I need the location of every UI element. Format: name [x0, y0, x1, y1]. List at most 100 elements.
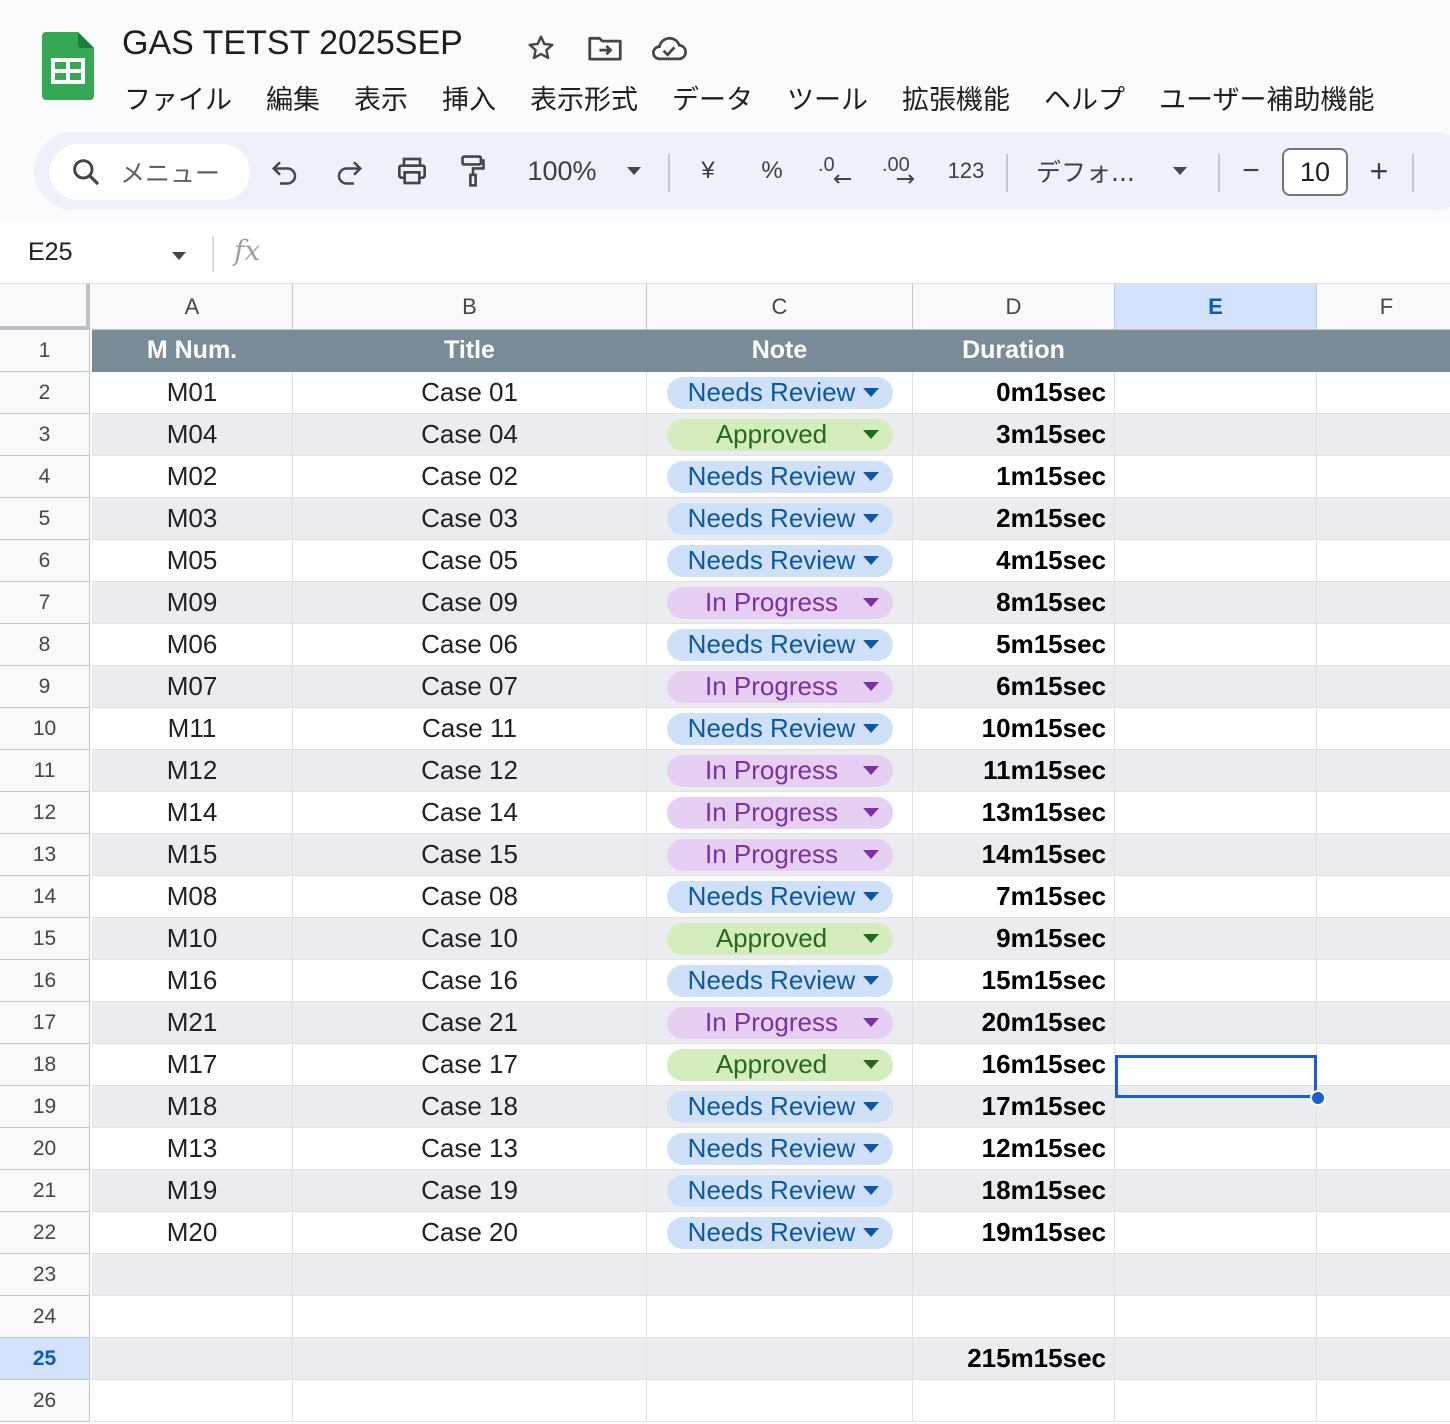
status-dropdown-chip[interactable]: Needs Review: [666, 712, 893, 745]
row-header-8[interactable]: 8: [0, 624, 90, 666]
font-size-input[interactable]: 10: [1282, 148, 1348, 196]
cell-d15[interactable]: 9m15sec: [913, 918, 1115, 960]
row-header-18[interactable]: 18: [0, 1044, 90, 1086]
selected-cell-outline[interactable]: [1115, 1055, 1317, 1098]
menu-search-box[interactable]: メニュー: [50, 144, 250, 200]
header-cell-f[interactable]: [1317, 330, 1450, 372]
redo-button[interactable]: [332, 150, 366, 192]
row-header-21[interactable]: 21: [0, 1170, 90, 1212]
cell-f17[interactable]: [1317, 1002, 1450, 1044]
row-header-23[interactable]: 23: [0, 1254, 90, 1296]
fill-handle[interactable]: [1310, 1090, 1326, 1106]
cell-f6[interactable]: [1317, 540, 1450, 582]
cell-f15[interactable]: [1317, 918, 1450, 960]
menu-tools[interactable]: ツール: [787, 78, 868, 117]
cell-a15[interactable]: M10: [92, 918, 293, 960]
cell-a16[interactable]: M16: [92, 960, 293, 1002]
cell-b24[interactable]: [293, 1296, 647, 1338]
cell-d19[interactable]: 17m15sec: [913, 1086, 1115, 1128]
cell-c21[interactable]: Needs Review: [647, 1170, 913, 1212]
cell-d14[interactable]: 7m15sec: [913, 876, 1115, 918]
cell-f14[interactable]: [1317, 876, 1450, 918]
currency-format-button[interactable]: ¥: [696, 150, 720, 192]
status-dropdown-chip[interactable]: Needs Review: [666, 502, 893, 535]
cell-f10[interactable]: [1317, 708, 1450, 750]
cell-e21[interactable]: [1115, 1170, 1317, 1212]
cell-f11[interactable]: [1317, 750, 1450, 792]
cell-a3[interactable]: M04: [92, 414, 293, 456]
row-header-1[interactable]: 1: [0, 330, 90, 372]
row-header-12[interactable]: 12: [0, 792, 90, 834]
row-header-3[interactable]: 3: [0, 414, 90, 456]
cell-f22[interactable]: [1317, 1212, 1450, 1254]
cell-d2[interactable]: 0m15sec: [913, 372, 1115, 414]
cell-b20[interactable]: Case 13: [293, 1128, 647, 1170]
cell-c18[interactable]: Approved: [647, 1044, 913, 1086]
row-header-24[interactable]: 24: [0, 1296, 90, 1338]
cell-e8[interactable]: [1115, 624, 1317, 666]
row-header-13[interactable]: 13: [0, 834, 90, 876]
status-dropdown-chip[interactable]: Approved: [666, 418, 893, 451]
status-dropdown-chip[interactable]: In Progress: [666, 838, 893, 871]
cell-f19[interactable]: [1317, 1086, 1450, 1128]
decrease-font-size-button[interactable]: −: [1238, 150, 1264, 192]
status-dropdown-chip[interactable]: In Progress: [666, 796, 893, 829]
menu-file[interactable]: ファイル: [124, 78, 232, 117]
cell-b22[interactable]: Case 20: [293, 1212, 647, 1254]
row-header-15[interactable]: 15: [0, 918, 90, 960]
cell-a10[interactable]: M11: [92, 708, 293, 750]
select-all-corner[interactable]: [0, 284, 90, 330]
zoom-select[interactable]: 100%: [524, 150, 600, 192]
cell-a12[interactable]: M14: [92, 792, 293, 834]
cell-e13[interactable]: [1115, 834, 1317, 876]
sheets-logo-icon[interactable]: [42, 32, 94, 100]
cell-e17[interactable]: [1115, 1002, 1317, 1044]
cell-d25[interactable]: 215m15sec: [913, 1338, 1115, 1380]
cell-a24[interactable]: [92, 1296, 293, 1338]
font-family-select[interactable]: デフォ...: [1036, 150, 1146, 192]
cell-c3[interactable]: Approved: [647, 414, 913, 456]
status-dropdown-chip[interactable]: In Progress: [666, 586, 893, 619]
cell-e9[interactable]: [1115, 666, 1317, 708]
cell-d26[interactable]: [913, 1380, 1115, 1422]
cell-f4[interactable]: [1317, 456, 1450, 498]
cell-d22[interactable]: 19m15sec: [913, 1212, 1115, 1254]
cell-c12[interactable]: In Progress: [647, 792, 913, 834]
row-header-22[interactable]: 22: [0, 1212, 90, 1254]
cell-a25[interactable]: [92, 1338, 293, 1380]
status-dropdown-chip[interactable]: Needs Review: [666, 1132, 893, 1165]
column-header-a[interactable]: A: [92, 284, 293, 330]
cell-c16[interactable]: Needs Review: [647, 960, 913, 1002]
cell-f2[interactable]: [1317, 372, 1450, 414]
menu-help[interactable]: ヘルプ: [1044, 78, 1125, 117]
cell-c5[interactable]: Needs Review: [647, 498, 913, 540]
cell-e23[interactable]: [1115, 1254, 1317, 1296]
cell-b3[interactable]: Case 04: [293, 414, 647, 456]
status-dropdown-chip[interactable]: Needs Review: [666, 964, 893, 997]
cell-f3[interactable]: [1317, 414, 1450, 456]
percent-format-button[interactable]: %: [758, 150, 786, 192]
cell-f23[interactable]: [1317, 1254, 1450, 1296]
cell-c2[interactable]: Needs Review: [647, 372, 913, 414]
cell-c17[interactable]: In Progress: [647, 1002, 913, 1044]
cell-e2[interactable]: [1115, 372, 1317, 414]
menu-data[interactable]: データ: [672, 78, 753, 117]
cell-a7[interactable]: M09: [92, 582, 293, 624]
cell-e25[interactable]: [1115, 1338, 1317, 1380]
cell-f8[interactable]: [1317, 624, 1450, 666]
decrease-decimal-button[interactable]: .0: [816, 150, 856, 192]
increase-decimal-button[interactable]: .00: [880, 150, 922, 192]
row-header-4[interactable]: 4: [0, 456, 90, 498]
header-cell-e[interactable]: [1115, 330, 1317, 372]
header-cell-c[interactable]: Note: [647, 330, 913, 372]
row-header-16[interactable]: 16: [0, 960, 90, 1002]
row-header-7[interactable]: 7: [0, 582, 90, 624]
cell-c13[interactable]: In Progress: [647, 834, 913, 876]
menu-accessibility[interactable]: ユーザー補助機能: [1159, 78, 1374, 117]
cell-c9[interactable]: In Progress: [647, 666, 913, 708]
cell-e12[interactable]: [1115, 792, 1317, 834]
cell-d8[interactable]: 5m15sec: [913, 624, 1115, 666]
status-dropdown-chip[interactable]: Needs Review: [666, 460, 893, 493]
cell-f5[interactable]: [1317, 498, 1450, 540]
cell-d5[interactable]: 2m15sec: [913, 498, 1115, 540]
